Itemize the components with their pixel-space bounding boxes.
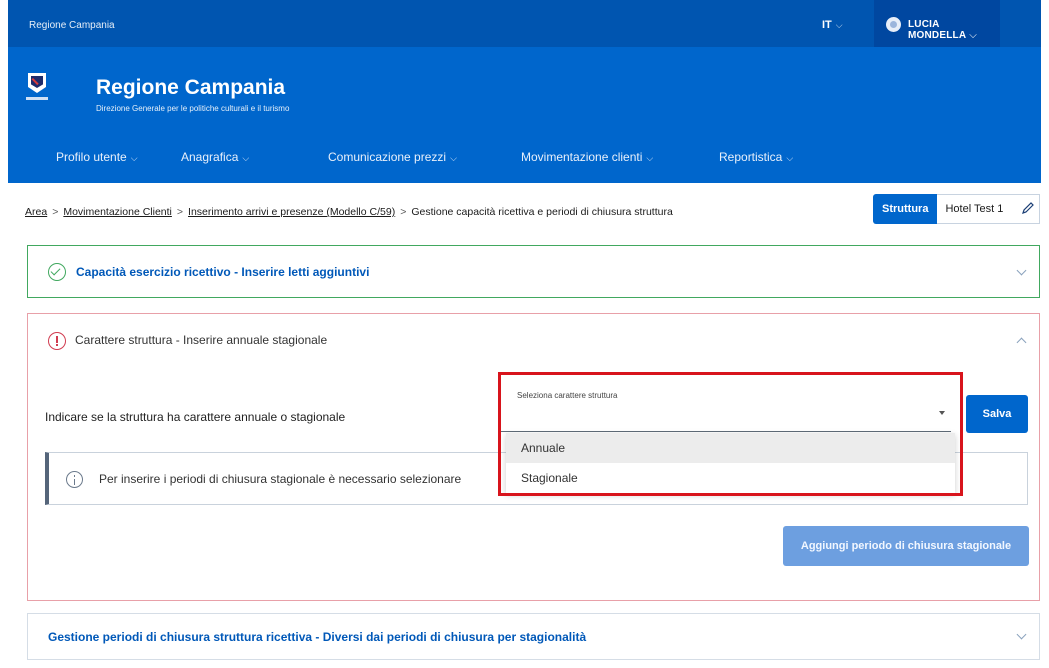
page-brand-title[interactable]: Regione Campania <box>96 76 285 100</box>
breadcrumb-link-inserimento[interactable]: Inserimento arrivi e presenze (Modello C… <box>188 206 395 218</box>
breadcrumb-link-area[interactable]: Area <box>25 206 47 218</box>
carattere-select[interactable]: Seleziona carattere struttura <box>498 376 951 432</box>
chevron-down-icon: ⌵ <box>786 153 794 163</box>
chevron-down-icon[interactable] <box>1016 629 1027 640</box>
struttura-name: Hotel Test 1 <box>945 203 1004 215</box>
chevron-down-icon: ⌵ <box>969 30 978 41</box>
select-dropdown: Annuale Stagionale <box>506 433 955 493</box>
check-circle-icon <box>48 263 66 281</box>
chevron-up-icon[interactable] <box>1016 337 1027 348</box>
caret-down-icon[interactable] <box>939 411 945 415</box>
breadcrumb-current: Gestione capacità ricettiva e periodi di… <box>411 206 673 218</box>
option-annuale[interactable]: Annuale <box>506 433 955 463</box>
page-brand-subtitle: Direzione Generale per le politiche cult… <box>96 104 290 113</box>
nav-item-anagrafica[interactable]: Anagrafica ⌵ <box>181 150 249 164</box>
add-closure-period-button[interactable]: Aggiungi periodo di chiusura stagionale <box>783 526 1029 566</box>
save-button[interactable]: Salva <box>966 395 1028 433</box>
chevron-down-icon: ⌵ <box>242 153 250 163</box>
select-label: Seleziona carattere struttura <box>517 391 618 400</box>
region-link[interactable]: Regione Campania <box>29 20 115 31</box>
struttura-value: Hotel Test 1 <box>937 194 1041 224</box>
nav-item-movimentazione-clienti[interactable]: Movimentazione clienti ⌵ <box>521 150 653 164</box>
breadcrumb-separator: > <box>52 206 59 218</box>
accordion-title[interactable]: Carattere struttura - Inserire annuale s… <box>75 333 327 347</box>
chevron-down-icon: ⌵ <box>450 153 457 163</box>
chevron-down-icon[interactable] <box>1016 265 1027 276</box>
chevron-down-icon: ⌵ <box>835 20 843 30</box>
nav-label: Movimentazione clienti <box>521 150 643 164</box>
nav-item-comunicazione-prezzi[interactable]: Comunicazione prezzi ⌵ <box>328 150 457 164</box>
struttura-selector: Struttura Hotel Test 1 <box>873 194 1041 224</box>
slim-header: Regione Campania IT ⌵ LUCIA MONDELLA ⌵ <box>8 0 1041 47</box>
region-logo-icon[interactable] <box>26 73 48 103</box>
alert-circle-icon <box>48 332 66 350</box>
app-frame: Regione Campania IT ⌵ LUCIA MONDELLA ⌵ Reg… <box>8 0 1041 668</box>
nav-item-reportistica[interactable]: Reportistica ⌵ <box>719 150 793 164</box>
info-text: Per inserire i periodi di chiusura stagi… <box>99 472 462 486</box>
chevron-down-icon: ⌵ <box>130 153 138 163</box>
language-label: IT <box>822 19 832 31</box>
question-text: Indicare se la struttura ha carattere an… <box>45 410 346 424</box>
chevron-down-icon: ⌵ <box>646 153 654 163</box>
logo-caption <box>26 97 48 100</box>
nav-label: Anagrafica <box>181 150 239 164</box>
main-nav: Profilo utente ⌵ Anagrafica ⌵ Comunicazion… <box>8 145 1041 175</box>
accordion-capacita[interactable]: Capacità esercizio ricettivo - Inserire … <box>27 245 1040 298</box>
user-menu[interactable]: LUCIA MONDELLA ⌵ <box>874 0 1000 47</box>
nav-label: Reportistica <box>719 150 783 164</box>
user-name: LUCIA MONDELLA ⌵ <box>908 19 1000 41</box>
language-selector[interactable]: IT ⌵ <box>822 19 843 31</box>
breadcrumb-separator: > <box>176 206 184 218</box>
nav-label: Comunicazione prezzi <box>328 150 447 164</box>
shield-icon <box>28 73 46 93</box>
nav-label: Profilo utente <box>56 150 127 164</box>
breadcrumb-separator: > <box>400 206 407 218</box>
accordion-chiusura[interactable]: Gestione periodi di chiusura struttura r… <box>27 613 1040 660</box>
pencil-icon[interactable] <box>1021 201 1035 215</box>
breadcrumb-link-movimentazione[interactable]: Movimentazione Clienti <box>63 206 172 218</box>
option-stagionale[interactable]: Stagionale <box>506 463 955 493</box>
struttura-label: Struttura <box>873 194 938 224</box>
breadcrumb: Area > Movimentazione Clienti > Inserimento … <box>25 206 673 218</box>
accordion-title: Gestione periodi di chiusura struttura r… <box>48 630 587 644</box>
avatar <box>886 17 901 32</box>
nav-item-profilo[interactable]: Profilo utente ⌵ <box>56 150 138 164</box>
info-icon <box>66 471 83 488</box>
center-header: Regione Campania Direzione Generale per … <box>8 47 1041 183</box>
user-name-label: LUCIA MONDELLA <box>908 19 967 41</box>
accordion-title: Capacità esercizio ricettivo - Inserire … <box>76 265 370 279</box>
